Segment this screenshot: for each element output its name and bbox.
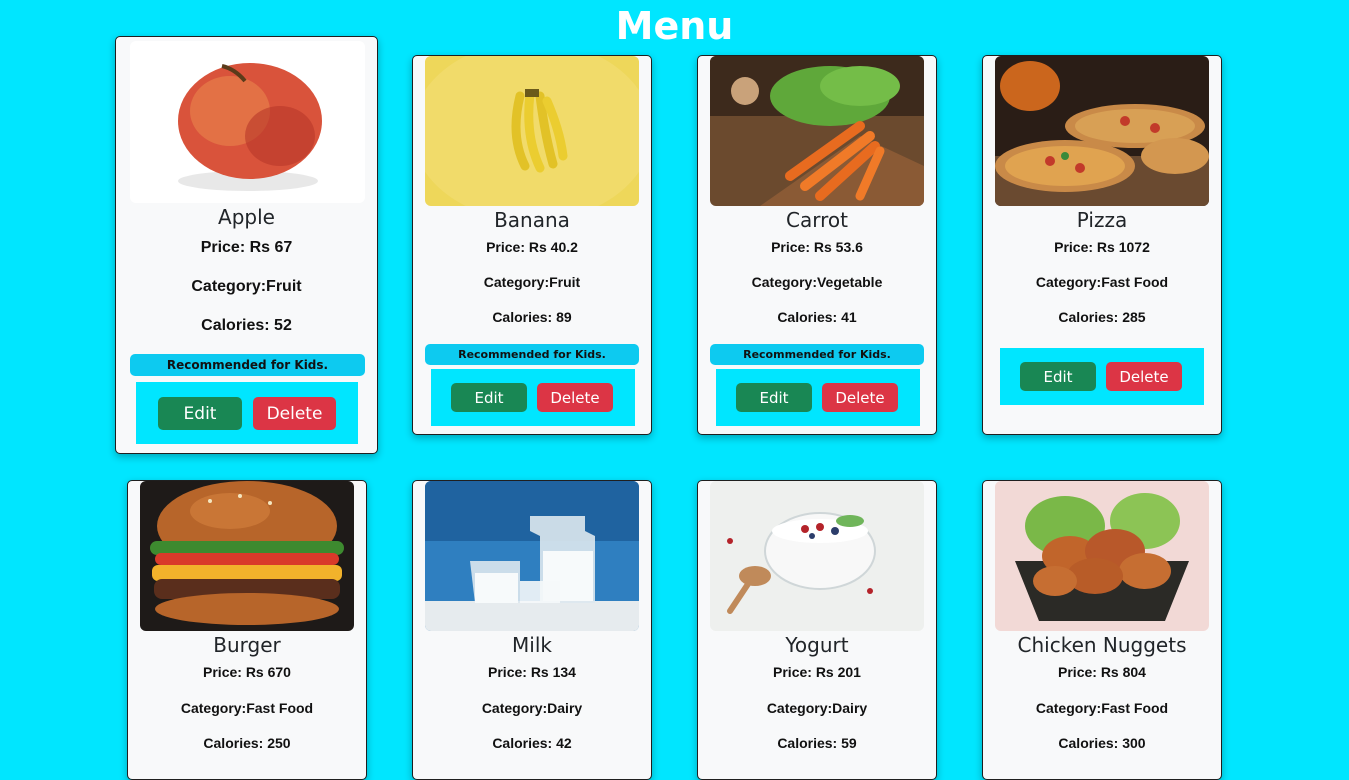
item-calories: Calories: 89	[492, 309, 572, 325]
item-calories: Calories: 41	[777, 309, 857, 325]
menu-card-apple: Apple Price: Rs 67 Category:Fruit Calori…	[115, 36, 378, 454]
recommended-badge: Recommended for Kids.	[710, 344, 924, 365]
banana-image	[425, 56, 639, 206]
item-category: Category:Fast Food	[1035, 274, 1169, 290]
menu-card-milk: Milk Price: Rs 134 Category:Dairy Calori…	[412, 480, 652, 780]
item-name: Milk	[512, 633, 552, 657]
edit-button[interactable]: Edit	[736, 383, 812, 412]
item-calories: Calories: 250	[203, 735, 291, 751]
menu-card-pizza: Pizza Price: Rs 1072 Category:Fast Food …	[982, 55, 1222, 435]
item-calories: Calories: 285	[1058, 309, 1146, 325]
item-category: Category:Vegetable	[751, 274, 883, 290]
menu-card-chicken-nuggets: Chicken Nuggets Price: Rs 804 Category:F…	[982, 480, 1222, 780]
item-name: Apple	[218, 205, 275, 229]
item-price: Price: Rs 53.6	[771, 239, 863, 255]
delete-button[interactable]: Delete	[537, 383, 613, 412]
menu-card-banana: Banana Price: Rs 40.2 Category:Fruit Cal…	[412, 55, 652, 435]
delete-button[interactable]: Delete	[1106, 362, 1182, 391]
edit-button[interactable]: Edit	[1020, 362, 1096, 391]
item-price: Price: Rs 134	[488, 664, 576, 680]
item-price: Price: Rs 40.2	[486, 239, 578, 255]
item-calories: Calories: 59	[777, 735, 857, 751]
button-area: Edit Delete	[136, 382, 358, 444]
chicken-nuggets-image	[995, 481, 1209, 631]
pizza-image	[995, 56, 1209, 206]
item-name: Burger	[213, 633, 281, 657]
item-category: Category:Dairy	[481, 700, 583, 716]
yogurt-image	[710, 481, 924, 631]
button-area: Edit Delete	[431, 369, 635, 426]
item-name: Carrot	[786, 208, 848, 232]
item-calories: Calories: 42	[492, 735, 572, 751]
item-name: Yogurt	[785, 633, 849, 657]
menu-card-yogurt: Yogurt Price: Rs 201 Category:Dairy Calo…	[697, 480, 937, 780]
item-category: Category:Fruit	[483, 274, 581, 290]
item-calories: Calories: 300	[1058, 735, 1146, 751]
milk-image	[425, 481, 639, 631]
item-category: Category:Dairy	[766, 700, 868, 716]
recommended-badge: Recommended for Kids.	[425, 344, 639, 365]
button-area: Edit Delete	[1000, 348, 1204, 405]
item-price: Price: Rs 67	[200, 239, 293, 256]
item-name: Pizza	[1076, 208, 1128, 232]
edit-button[interactable]: Edit	[158, 397, 242, 430]
item-category: Category:Fast Food	[180, 700, 314, 716]
apple-image	[130, 41, 365, 203]
button-area: Edit Delete	[716, 369, 920, 426]
item-price: Price: Rs 804	[1058, 664, 1146, 680]
item-name: Chicken Nuggets	[1017, 633, 1187, 657]
edit-button[interactable]: Edit	[451, 383, 527, 412]
delete-button[interactable]: Delete	[253, 397, 336, 430]
item-price: Price: Rs 670	[203, 664, 291, 680]
item-calories: Calories: 52	[201, 317, 292, 334]
item-category: Category:Fruit	[191, 278, 302, 295]
item-price: Price: Rs 201	[773, 664, 861, 680]
item-name: Banana	[494, 208, 570, 232]
burger-image	[140, 481, 354, 631]
item-category: Category:Fast Food	[1035, 700, 1169, 716]
recommended-badge: Recommended for Kids.	[130, 354, 365, 376]
menu-card-carrot: Carrot Price: Rs 53.6 Category:Vegetable…	[697, 55, 937, 435]
menu-card-burger: Burger Price: Rs 670 Category:Fast Food …	[127, 480, 367, 780]
item-price: Price: Rs 1072	[1054, 239, 1150, 255]
delete-button[interactable]: Delete	[822, 383, 898, 412]
carrot-image	[710, 56, 924, 206]
